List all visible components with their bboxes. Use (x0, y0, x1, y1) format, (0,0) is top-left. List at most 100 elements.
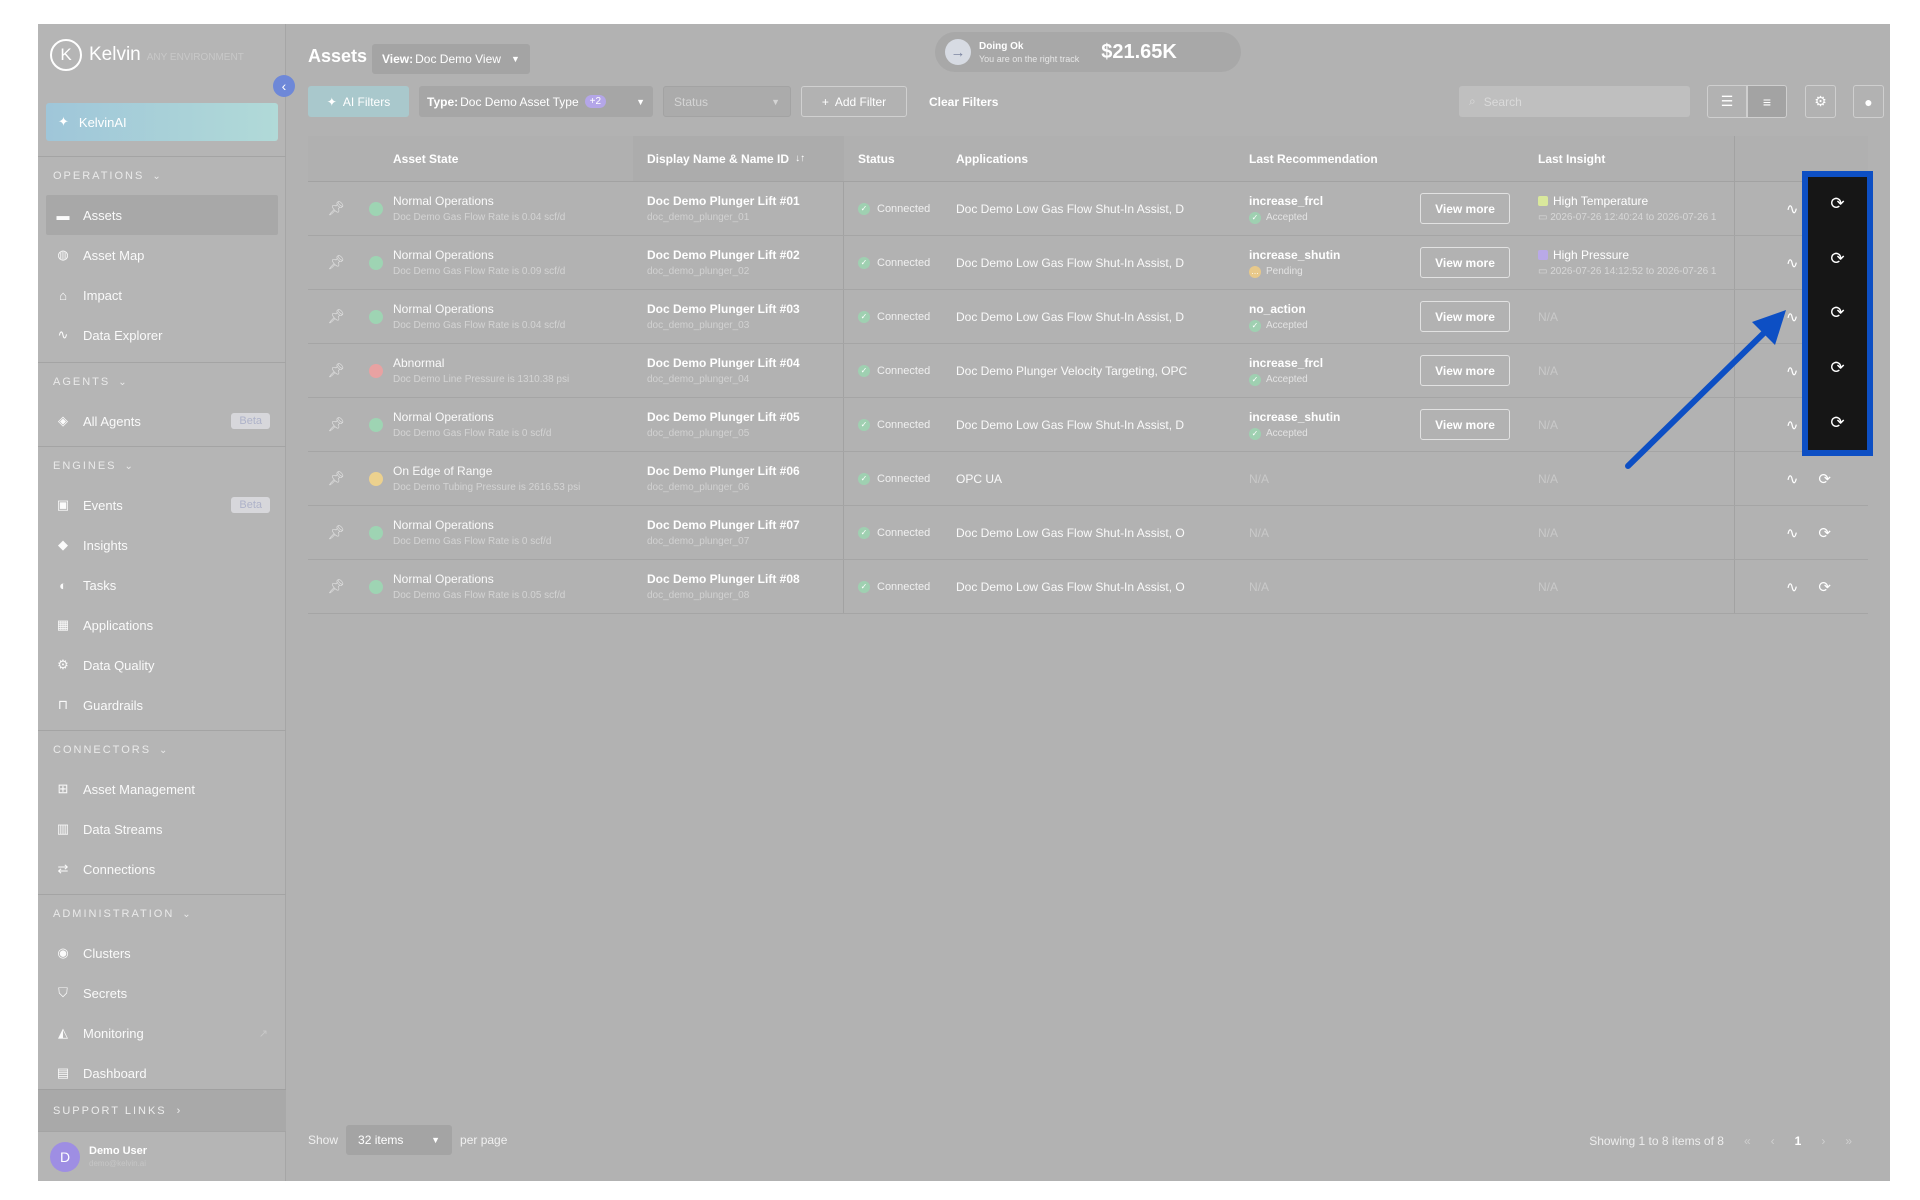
status-filter[interactable]: Status ▼ (663, 86, 791, 117)
asset-settings-icon[interactable]: ⟳ (1830, 303, 1844, 323)
pin-icon[interactable]: 📌︎ (308, 200, 365, 217)
sidebar-item-all-agents[interactable]: ◈ All Agents Beta (38, 401, 286, 441)
pin-icon[interactable]: 📌︎ (308, 254, 365, 271)
table-row[interactable]: 📌︎ Normal Operations Doc Demo Gas Flow Rat… (308, 560, 1868, 614)
prev-page-icon[interactable]: ‹ (1771, 1134, 1775, 1148)
list-view-button[interactable]: ≡ (1747, 85, 1787, 118)
sidebar-item-secrets[interactable]: ⛉ Secrets (38, 973, 286, 1013)
first-page-icon[interactable]: « (1744, 1134, 1751, 1148)
sidebar-item-data-quality[interactable]: ⚙ Data Quality (38, 645, 286, 685)
asset-settings-icon[interactable]: ⟳ (1818, 578, 1831, 596)
compact-view-button[interactable]: ☰ (1707, 85, 1747, 118)
page-number[interactable]: 1 (1795, 1134, 1802, 1148)
asset-name-cell[interactable]: Doc Demo Plunger Lift #08 doc_demo_plunge… (633, 560, 844, 613)
status-pill[interactable]: → Doing Ok You are on the right track $2… (935, 32, 1241, 72)
table-row[interactable]: 📌︎ Abnormal Doc Demo Line Pressure is 1310… (308, 344, 1868, 398)
next-page-icon[interactable]: › (1821, 1134, 1825, 1148)
sidebar-item-applications[interactable]: ▦ Applications (38, 605, 286, 645)
sidebar-item-data-streams[interactable]: ▥ Data Streams (38, 809, 286, 849)
table-row[interactable]: 📌︎ Normal Operations Doc Demo Gas Flow Rat… (308, 398, 1868, 452)
sidebar-item-asset-map[interactable]: ◍ Asset Map (38, 235, 286, 275)
support-links[interactable]: SUPPORT LINKS › (38, 1089, 286, 1131)
asset-settings-icon[interactable]: ⟳ (1830, 249, 1844, 269)
asset-name-cell[interactable]: Doc Demo Plunger Lift #02 doc_demo_plunge… (633, 236, 844, 289)
asset-settings-icon[interactable]: ⟳ (1830, 358, 1844, 378)
insight-cell[interactable]: High Pressure ▭ 2026-07-26 14:12:52 to 20… (1522, 248, 1734, 277)
table-row[interactable]: 📌︎ Normal Operations Doc Demo Gas Flow Rat… (308, 290, 1868, 344)
table-row[interactable]: 📌︎ Normal Operations Doc Demo Gas Flow Rat… (308, 182, 1868, 236)
asset-name-cell[interactable]: Doc Demo Plunger Lift #06 doc_demo_plunge… (633, 452, 844, 505)
table-row[interactable]: 📌︎ On Edge of Range Doc Demo Tubing Pressu… (308, 452, 1868, 506)
col-asset-state[interactable]: Asset State (365, 152, 633, 166)
data-explorer-icon[interactable]: ∿ (1786, 416, 1799, 434)
per-page-select[interactable]: 32 items ▼ (346, 1125, 453, 1155)
section-header[interactable]: ADMINISTRATION ⌄ (38, 895, 286, 933)
view-selector[interactable]: View: Doc Demo View ▼ (372, 44, 530, 74)
type-filter[interactable]: Type: Doc Demo Asset Type +2 ▼ (419, 86, 653, 117)
data-explorer-icon[interactable]: ∿ (1786, 524, 1799, 542)
user-profile[interactable]: D Demo User demo@kelvin.ai (38, 1131, 286, 1181)
section-header[interactable]: CONNECTORS ⌄ (38, 731, 286, 769)
col-last-insight[interactable]: Last Insight (1522, 152, 1734, 166)
ai-filters-button[interactable]: ✦ AI Filters (308, 86, 409, 117)
insight-cell[interactable]: High Temperature ▭ 2026-07-26 12:40:24 to… (1522, 194, 1734, 223)
pin-icon[interactable]: 📌︎ (308, 416, 365, 433)
collapse-sidebar-button[interactable]: ‹ (273, 75, 295, 97)
asset-settings-icon[interactable]: ⟳ (1830, 413, 1844, 433)
pin-icon[interactable]: 📌︎ (308, 524, 365, 541)
clear-filters-button[interactable]: Clear Filters (929, 95, 998, 109)
asset-settings-icon[interactable]: ⟳ (1830, 194, 1844, 214)
sidebar-item-connections[interactable]: ⇄ Connections (38, 849, 286, 889)
last-page-icon[interactable]: » (1845, 1134, 1852, 1148)
col-applications[interactable]: Applications (956, 152, 1240, 166)
add-filter-label: Add Filter (834, 94, 887, 109)
logo[interactable]: K Kelvin ANY ENVIRONMENT (50, 39, 244, 71)
sidebar-item-dashboard[interactable]: ▤ Dashboard (38, 1053, 286, 1093)
col-display-name[interactable]: Display Name & Name ID ↓↑ (633, 136, 844, 181)
section-header[interactable]: ENGINES ⌄ (38, 447, 286, 485)
col-status[interactable]: Status (844, 152, 956, 166)
sidebar-item-assets[interactable]: ▬ Assets (46, 195, 278, 235)
sidebar-item-events[interactable]: ▣ Events Beta (38, 485, 286, 525)
asset-name-cell[interactable]: Doc Demo Plunger Lift #01 doc_demo_plunge… (633, 182, 844, 235)
asset-settings-icon[interactable]: ⟳ (1818, 524, 1831, 542)
view-more-button[interactable]: View more (1420, 409, 1510, 440)
data-explorer-icon[interactable]: ∿ (1786, 578, 1799, 596)
table-row[interactable]: 📌︎ Normal Operations Doc Demo Gas Flow Rat… (308, 506, 1868, 560)
data-explorer-icon[interactable]: ∿ (1786, 470, 1799, 488)
kelvin-ai-button[interactable]: ✦ KelvinAI (46, 103, 278, 141)
pin-icon[interactable]: 📌︎ (308, 470, 365, 487)
sidebar-item-data-explorer[interactable]: ∿ Data Explorer (38, 315, 286, 355)
pin-icon[interactable]: 📌︎ (308, 308, 365, 325)
view-more-button[interactable]: View more (1420, 193, 1510, 224)
asset-settings-icon[interactable]: ⟳ (1818, 470, 1831, 488)
data-explorer-icon[interactable]: ∿ (1786, 362, 1799, 380)
sidebar-item-insights[interactable]: ◆ Insights (38, 525, 286, 565)
view-more-button[interactable]: View more (1420, 247, 1510, 278)
sidebar-item-asset-management[interactable]: ⊞ Asset Management (38, 769, 286, 809)
add-filter-button[interactable]: + Add Filter (801, 86, 907, 117)
view-more-button[interactable]: View more (1420, 301, 1510, 332)
asset-name-cell[interactable]: Doc Demo Plunger Lift #07 doc_demo_plunge… (633, 506, 844, 559)
sidebar-item-guardrails[interactable]: ⊓ Guardrails (38, 685, 286, 725)
columns-button[interactable]: ● (1853, 85, 1884, 118)
view-more-button[interactable]: View more (1420, 355, 1510, 386)
data-explorer-icon[interactable]: ∿ (1786, 254, 1799, 272)
section-header[interactable]: AGENTS ⌄ (38, 363, 286, 401)
sidebar-item-monitoring[interactable]: ◭ Monitoring ↗ (38, 1013, 286, 1053)
pin-icon[interactable]: 📌︎ (308, 578, 365, 595)
data-explorer-icon[interactable]: ∿ (1786, 308, 1799, 326)
col-last-recommendation[interactable]: Last Recommendation (1240, 152, 1522, 166)
table-row[interactable]: 📌︎ Normal Operations Doc Demo Gas Flow Rat… (308, 236, 1868, 290)
search-input[interactable]: ⌕ Search (1459, 86, 1690, 117)
sidebar-item-tasks[interactable]: ◐ Tasks (38, 565, 286, 605)
sidebar-item-clusters[interactable]: ◉ Clusters (38, 933, 286, 973)
asset-name-cell[interactable]: Doc Demo Plunger Lift #03 doc_demo_plunge… (633, 290, 844, 343)
data-explorer-icon[interactable]: ∿ (1786, 200, 1799, 218)
pin-icon[interactable]: 📌︎ (308, 362, 365, 379)
sidebar-item-impact[interactable]: ⌂ Impact (38, 275, 286, 315)
asset-name-cell[interactable]: Doc Demo Plunger Lift #04 doc_demo_plunge… (633, 344, 844, 397)
settings-button[interactable]: ⚙ (1805, 85, 1836, 118)
section-header[interactable]: OPERATIONS ⌄ (38, 157, 286, 195)
asset-name-cell[interactable]: Doc Demo Plunger Lift #05 doc_demo_plunge… (633, 398, 844, 451)
